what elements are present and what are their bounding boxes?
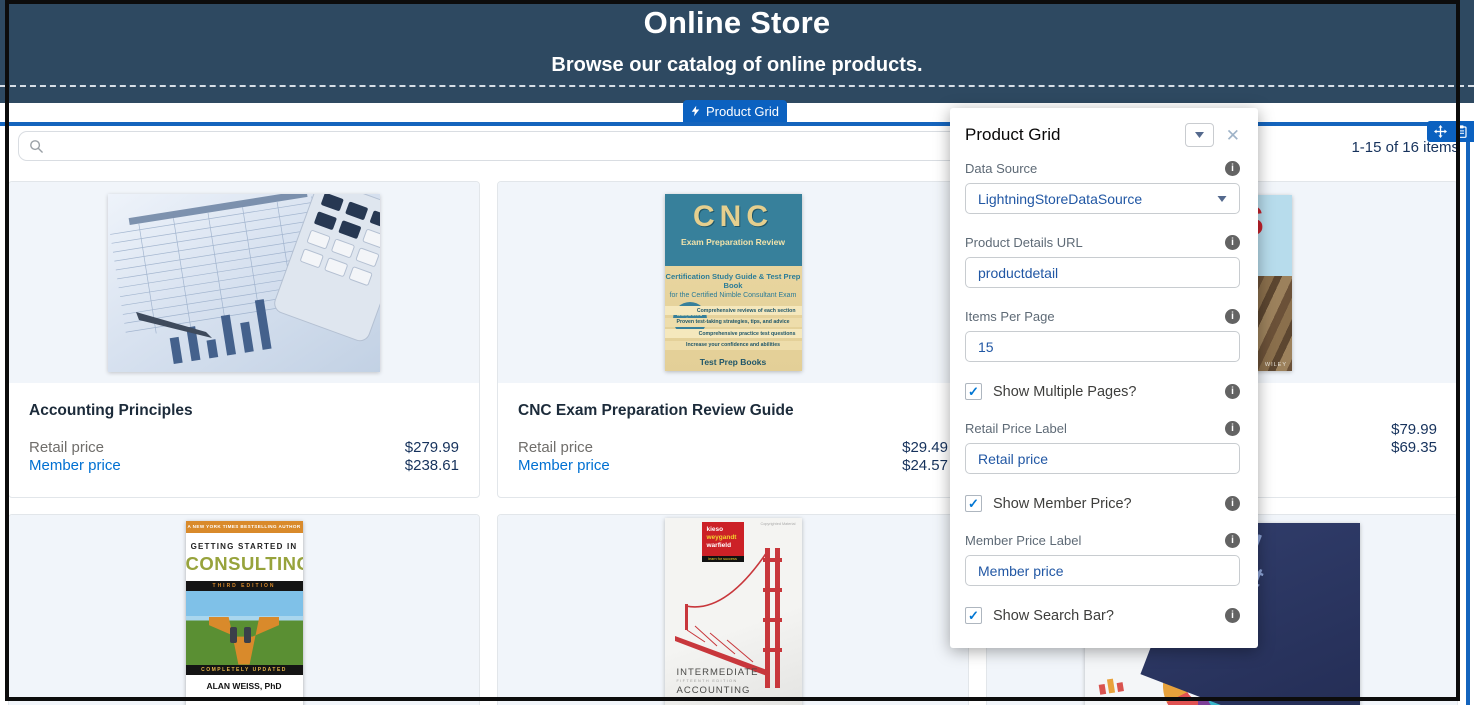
field-label: Items Per Page bbox=[965, 309, 1055, 324]
show-multiple-pages-checkbox[interactable] bbox=[965, 383, 982, 400]
cnc-cover-subtitle: Exam Preparation Review bbox=[665, 237, 802, 247]
cnc-cover-footer: Test Prep Books bbox=[665, 357, 802, 367]
wiley-brand: WILEY bbox=[1265, 362, 1287, 368]
page-subtitle: Browse our catalog of online products. bbox=[0, 54, 1474, 77]
field-label: Data Source bbox=[965, 161, 1037, 176]
cnc-cover-title: CNC bbox=[665, 194, 802, 234]
component-action-toolbar bbox=[1427, 121, 1474, 142]
input-value: Retail price bbox=[978, 451, 1048, 467]
product-card[interactable]: Accounting Principles Retail price $279.… bbox=[8, 181, 480, 498]
product-card[interactable]: Copyrighted Material kieso weygandt warf… bbox=[497, 514, 969, 705]
consulting-cover-illustration bbox=[186, 591, 303, 665]
consulting-cover-edition: THIRD EDITION bbox=[186, 581, 303, 591]
info-icon[interactable]: i bbox=[1225, 608, 1240, 623]
consulting-cover-topbar: A NEW YORK TIMES BESTSELLING AUTHOR bbox=[186, 521, 303, 533]
field-label: Retail Price Label bbox=[965, 421, 1067, 436]
chevron-down-icon bbox=[1217, 196, 1227, 202]
panel-title: Product Grid bbox=[965, 125, 1185, 145]
show-search-bar-checkbox[interactable] bbox=[965, 607, 982, 624]
items-per-page-input[interactable]: 15 bbox=[965, 331, 1240, 362]
info-icon[interactable]: i bbox=[1225, 384, 1240, 399]
product-title[interactable]: Accounting Principles bbox=[29, 402, 459, 420]
product-image-cnc: CNC Exam Preparation Review Certificatio… bbox=[498, 182, 968, 383]
product-image-accounting bbox=[9, 182, 479, 383]
input-value: productdetail bbox=[978, 265, 1058, 281]
retail-price-label: Retail price bbox=[29, 439, 104, 457]
input-value: 15 bbox=[978, 339, 994, 355]
product-title[interactable]: CNC Exam Preparation Review Guide bbox=[518, 402, 948, 420]
checkbox-label: Show Search Bar? bbox=[993, 608, 1225, 624]
info-icon[interactable]: i bbox=[1225, 421, 1240, 436]
info-icon[interactable]: i bbox=[1225, 235, 1240, 250]
selected-option: LightningStoreDataSource bbox=[978, 191, 1142, 207]
info-icon[interactable]: i bbox=[1225, 309, 1240, 324]
page-title: Online Store bbox=[0, 0, 1474, 41]
component-tab-label: Product Grid bbox=[706, 104, 779, 119]
info-icon[interactable]: i bbox=[1225, 496, 1240, 511]
lightning-bolt-icon bbox=[691, 105, 700, 117]
cnc-cover-line1: Certification Study Guide & Test Prep Bo… bbox=[665, 272, 802, 290]
consulting-cover-author: ALAN WEISS, PhD bbox=[186, 681, 303, 691]
member-price-link[interactable]: Member price bbox=[518, 457, 610, 475]
member-price-label-input[interactable]: Member price bbox=[965, 555, 1240, 586]
cnc-cover-bullets: Comprehensive reviews of each section Pr… bbox=[665, 306, 802, 352]
consulting-cover-line2: CONSULTING bbox=[186, 553, 303, 575]
checkbox-label: Show Member Price? bbox=[993, 496, 1225, 512]
experience-builder-canvas: Online Store Browse our catalog of onlin… bbox=[0, 0, 1474, 705]
consulting-cover-line1: GETTING STARTED IN bbox=[186, 542, 303, 551]
retail-price-value: $79.99 bbox=[1391, 421, 1437, 439]
retail-price-value: $279.99 bbox=[405, 439, 459, 457]
data-source-select[interactable]: LightningStoreDataSource bbox=[965, 183, 1240, 214]
member-price-value: $238.61 bbox=[405, 457, 459, 475]
product-details-url-input[interactable]: productdetail bbox=[965, 257, 1240, 288]
product-card[interactable]: A NEW YORK TIMES BESTSELLING AUTHOR GETT… bbox=[8, 514, 480, 705]
field-label: Product Details URL bbox=[965, 235, 1083, 250]
member-price-value: $69.35 bbox=[1391, 439, 1437, 457]
component-tab-product-grid[interactable]: Product Grid bbox=[683, 100, 787, 122]
intermediate-accounting-title: INTERMEDIATE FIFTEENTH EDITION ACCOUNTIN… bbox=[677, 667, 759, 696]
show-member-price-checkbox[interactable] bbox=[965, 495, 982, 512]
cnc-cover-line2: for the Certified Nimble Consultant Exam bbox=[665, 292, 802, 299]
clipboard-icon[interactable] bbox=[1456, 125, 1467, 138]
section-boundary-divider bbox=[0, 85, 1474, 87]
search-icon bbox=[29, 139, 44, 154]
move-icon[interactable] bbox=[1434, 125, 1447, 138]
member-price-value: $24.57 bbox=[902, 457, 948, 475]
report-mini-bars bbox=[1098, 677, 1124, 695]
product-image-consulting: A NEW YORK TIMES BESTSELLING AUTHOR GETT… bbox=[9, 515, 479, 705]
close-icon[interactable]: ✕ bbox=[1226, 127, 1240, 144]
consulting-cover-updated: COMPLETELY UPDATED bbox=[186, 665, 303, 675]
info-icon[interactable]: i bbox=[1225, 533, 1240, 548]
retail-price-value: $29.49 bbox=[902, 439, 948, 457]
results-count: 1-15 of 16 items bbox=[1240, 139, 1459, 156]
checkbox-label: Show Multiple Pages? bbox=[993, 384, 1225, 400]
component-selection-border-right bbox=[1466, 122, 1470, 705]
info-icon[interactable]: i bbox=[1225, 161, 1240, 176]
panel-menu-button[interactable] bbox=[1185, 123, 1214, 147]
member-price-link[interactable]: Member price bbox=[29, 457, 121, 475]
field-label: Member Price Label bbox=[965, 533, 1081, 548]
retail-price-label: Retail price bbox=[518, 439, 593, 457]
product-image-intermediate-accounting: Copyrighted Material kieso weygandt warf… bbox=[498, 515, 968, 705]
property-panel-product-grid: Product Grid ✕ Data Source i LightningSt… bbox=[950, 108, 1258, 648]
store-banner: Online Store Browse our catalog of onlin… bbox=[0, 0, 1474, 103]
retail-price-label-input[interactable]: Retail price bbox=[965, 443, 1240, 474]
input-value: Member price bbox=[978, 563, 1064, 579]
chevron-down-icon bbox=[1195, 132, 1204, 138]
product-card[interactable]: CNC Exam Preparation Review Certificatio… bbox=[497, 181, 969, 498]
